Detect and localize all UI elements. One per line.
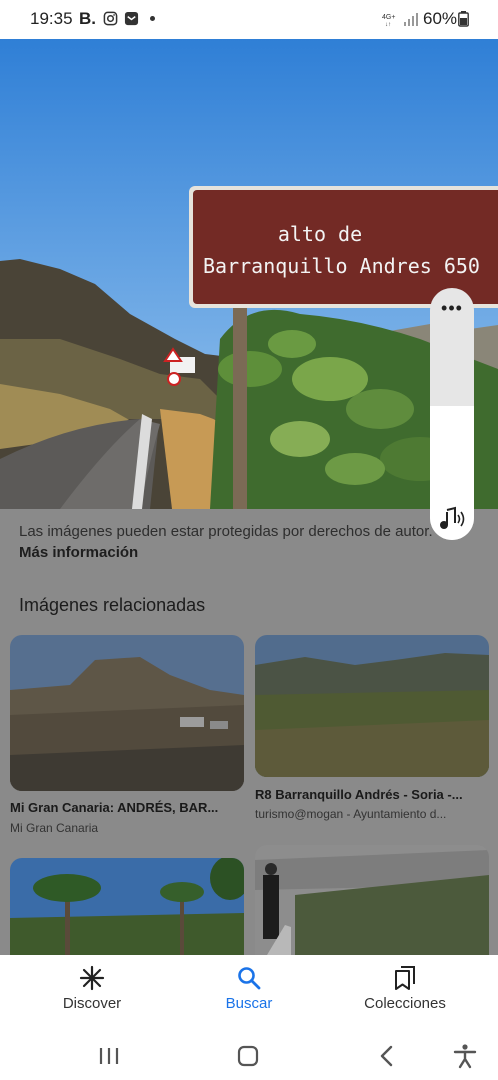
status-bar: 19:35 B. 4G+ ↓↑ 60% xyxy=(0,0,498,39)
svg-text:4G+: 4G+ xyxy=(382,14,395,21)
nav-search[interactable]: Buscar xyxy=(189,955,309,1030)
copyright-notice-text: Las imágenes pueden estar protegidas por… xyxy=(19,523,433,540)
nav-collections[interactable]: Colecciones xyxy=(345,955,465,1030)
nav-discover-label: Discover xyxy=(62,995,122,1012)
related-image-4-graphic xyxy=(255,845,489,955)
main-image[interactable]: alto de Barranquillo Andres 650 xyxy=(0,39,498,509)
svg-text:↓↑: ↓↑ xyxy=(385,22,391,27)
sound-mode-icon[interactable] xyxy=(438,506,466,532)
instagram-icon xyxy=(103,11,118,26)
related-image-4[interactable] xyxy=(255,845,489,955)
related-image-3[interactable] xyxy=(10,858,244,955)
related-image-3-graphic xyxy=(10,858,244,955)
related-source-1: Mi Gran Canaria xyxy=(10,821,99,835)
search-icon xyxy=(238,967,261,990)
related-image-2-graphic xyxy=(255,635,489,777)
status-time: 19:35 xyxy=(30,9,73,28)
sign-line-1: alto de xyxy=(278,222,362,246)
status-carrier-label: B. xyxy=(79,9,96,28)
home-icon[interactable] xyxy=(234,1042,262,1070)
mail-icon xyxy=(124,11,139,26)
battery-icon xyxy=(458,11,469,27)
nav-collections-label: Colecciones xyxy=(364,995,446,1012)
volume-panel[interactable]: ••• xyxy=(430,288,474,540)
back-icon[interactable] xyxy=(373,1042,401,1070)
related-image-2[interactable] xyxy=(255,635,489,777)
related-image-1-graphic xyxy=(10,635,244,791)
sign-line-2: Barranquillo Andres 650 xyxy=(203,254,480,278)
related-title-2[interactable]: R8 Barranquillo Andrés - Soria -... xyxy=(255,787,490,802)
more-options-icon[interactable]: ••• xyxy=(430,298,474,319)
nav-search-label: Buscar xyxy=(225,995,273,1012)
related-image-1[interactable] xyxy=(10,635,244,791)
related-images-heading: Imágenes relacionadas xyxy=(19,595,206,615)
related-title-1[interactable]: Mi Gran Canaria: ANDRÉS, BAR... xyxy=(10,800,240,815)
bottom-navigation: Discover Buscar Colecciones xyxy=(0,955,498,1030)
more-info-link[interactable]: Más información xyxy=(19,544,138,561)
collections-icon xyxy=(395,966,415,990)
nav-discover[interactable]: Discover xyxy=(32,955,152,1030)
copyright-notice: Las imágenes pueden estar protegidas por… xyxy=(19,521,439,563)
recent-apps-icon[interactable] xyxy=(95,1042,123,1070)
battery-percent: 60% xyxy=(423,9,458,28)
discover-asterisk-icon xyxy=(79,965,105,991)
notification-dot xyxy=(150,16,155,21)
signal-icon: 4G+ ↓↑ xyxy=(382,13,418,27)
accessibility-icon[interactable] xyxy=(451,1042,479,1070)
system-navigation-bar xyxy=(0,1030,498,1080)
related-source-2: turismo@mogan - Ayuntamiento d... xyxy=(255,807,447,821)
main-photo-graphic: alto de Barranquillo Andres 650 xyxy=(0,39,498,509)
